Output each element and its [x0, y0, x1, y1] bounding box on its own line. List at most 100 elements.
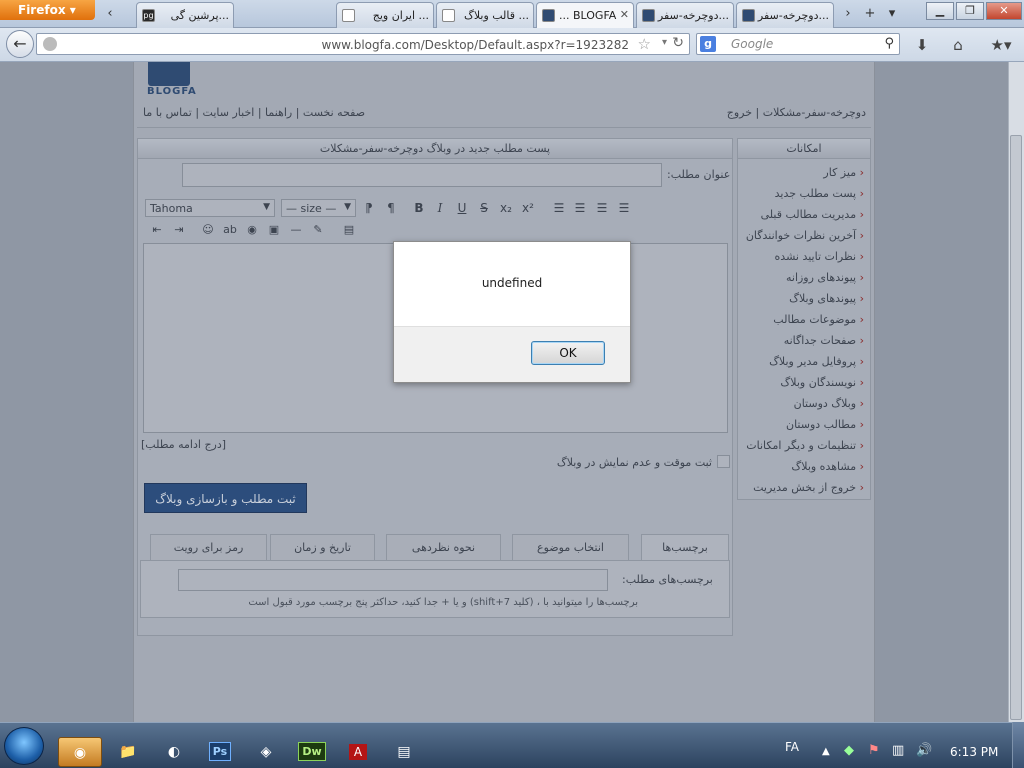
tab-bike-travel-2[interactable]: ...دوچرخه-سفر: [736, 2, 834, 28]
sidebar-item-profile[interactable]: پروفایل مدیر وبلاگ: [738, 351, 870, 372]
sidebar-item-topics[interactable]: موضوعات مطالب: [738, 309, 870, 330]
tab-blogfa[interactable]: ... BLOGFA ✕: [536, 2, 634, 28]
reload-icon[interactable]: ↻: [672, 35, 684, 51]
sidebar-item-settings[interactable]: تنظیمات و دیگر امکانات: [738, 435, 870, 456]
notepad-taskbar-icon[interactable]: ▤: [382, 737, 426, 767]
action-center-icon[interactable]: ⚑: [868, 743, 880, 758]
source-code-icon[interactable]: ▤: [340, 221, 358, 239]
ok-button[interactable]: OK: [531, 341, 605, 365]
back-arrow-icon[interactable]: ←: [6, 30, 34, 58]
strikethrough-icon[interactable]: S: [475, 199, 493, 217]
bold-icon[interactable]: B: [410, 199, 428, 217]
sidebar-item-view-blog[interactable]: مشاهده وبلاگ: [738, 456, 870, 477]
sidebar-item-new-post[interactable]: پست مطلب جدید: [738, 183, 870, 204]
search-icon[interactable]: ⚲: [884, 36, 894, 51]
insert-continue-link[interactable]: [درج ادامه مطلب]: [141, 438, 226, 451]
sidebar-item-daily-links[interactable]: پیوندهای روزانه: [738, 267, 870, 288]
edit-html-icon[interactable]: ✎: [309, 221, 327, 239]
close-tab-icon[interactable]: ✕: [620, 8, 629, 21]
draft-checkbox[interactable]: [717, 455, 730, 468]
tab-iran-vij[interactable]: ... ایران ویج: [336, 2, 434, 28]
site-identity-icon[interactable]: [43, 37, 57, 51]
google-search-engine-icon[interactable]: g: [700, 36, 716, 52]
firefox-taskbar-icon[interactable]: ◉: [58, 737, 102, 767]
bookmark-star-icon[interactable]: ☆: [638, 35, 651, 53]
tab-tags[interactable]: برچسب‌ها: [641, 534, 729, 560]
sidebar-panel: امکانات میز کار پست مطلب جدید مدیریت مطا…: [737, 138, 871, 500]
sidebar-item-manage-posts[interactable]: مدیریت مطالب قبلی: [738, 204, 870, 225]
post-title-input[interactable]: [182, 163, 662, 187]
indent-icon[interactable]: ⇥: [170, 221, 188, 239]
underline-icon[interactable]: U: [453, 199, 471, 217]
sidebar-item-latest-comments[interactable]: آخرین نظرات خوانندگان: [738, 225, 870, 246]
align-center-icon[interactable]: ☰: [571, 199, 589, 217]
align-right-icon[interactable]: ☰: [593, 199, 611, 217]
sidebar-item-friend-blogs[interactable]: وبلاگ دوستان: [738, 393, 870, 414]
explorer-taskbar-icon[interactable]: 📁: [106, 737, 150, 767]
tab-scroll-right-icon[interactable]: ›: [838, 3, 858, 25]
tab-persian-gig[interactable]: pg ...پرشین گی: [136, 2, 234, 28]
tags-label: برچسب‌های مطلب:: [622, 573, 713, 586]
publish-button[interactable]: ثبت مطلب و بازسازی وبلاگ: [144, 483, 307, 513]
app-taskbar-icon[interactable]: ◐: [152, 737, 196, 767]
home-icon[interactable]: ⌂: [946, 34, 970, 56]
tab-view-password[interactable]: رمز برای رویت: [150, 534, 267, 560]
network-tray-icon[interactable]: ◆: [844, 743, 854, 758]
search-box[interactable]: Google ⚲: [696, 33, 900, 55]
sidebar-item-blog-links[interactable]: پیوندهای وبلاگ: [738, 288, 870, 309]
superscript-icon[interactable]: x²: [519, 199, 537, 217]
volume-icon[interactable]: 🔊: [916, 743, 932, 758]
insert-link-icon[interactable]: ◉: [243, 221, 261, 239]
minimize-icon[interactable]: ▁: [926, 2, 954, 20]
photoshop-taskbar-icon[interactable]: Ps: [198, 737, 242, 767]
tab-blog-template[interactable]: ... قالب وبلاگ: [436, 2, 534, 28]
sidebar-item-authors[interactable]: نویسندگان وبلاگ: [738, 372, 870, 393]
history-dropdown-icon[interactable]: ▾: [662, 37, 667, 48]
rtl-direction-icon[interactable]: ¶: [382, 199, 400, 217]
firefox-menu-button[interactable]: Firefox ▾: [0, 0, 95, 20]
tab-comment-settings[interactable]: نحوه نظردهی: [386, 534, 501, 560]
new-tab-icon[interactable]: +: [860, 3, 880, 25]
italic-icon[interactable]: I: [431, 199, 449, 217]
clock[interactable]: 6:13 PM: [950, 745, 998, 759]
scrollbar-thumb[interactable]: [1010, 135, 1022, 720]
sidebar-item-desk[interactable]: میز کار: [738, 162, 870, 183]
start-button[interactable]: [4, 727, 44, 765]
language-indicator[interactable]: FA: [785, 740, 799, 754]
horizontal-rule-icon[interactable]: —: [287, 221, 305, 239]
spellcheck-icon[interactable]: ab: [221, 221, 239, 239]
subscript-icon[interactable]: x₂: [497, 199, 515, 217]
list-all-tabs-icon[interactable]: ▾: [882, 3, 902, 25]
blogfa-logo[interactable]: [148, 62, 190, 86]
close-window-icon[interactable]: ✕: [986, 2, 1022, 20]
sidebar-item-logout[interactable]: خروج از بخش مدیریت: [738, 477, 870, 498]
dreamweaver-taskbar-icon[interactable]: Dw: [290, 737, 334, 767]
sidebar-item-friend-posts[interactable]: مطالب دوستان: [738, 414, 870, 435]
downloads-icon[interactable]: ⬇: [910, 34, 934, 56]
tags-input[interactable]: [178, 569, 608, 591]
font-family-select[interactable]: Tahoma ▼: [145, 199, 275, 217]
align-left-icon[interactable]: ☰: [550, 199, 568, 217]
header-blog-name[interactable]: دوچرخه-سفر-مشکلات | خروج: [727, 106, 866, 126]
emoticon-icon[interactable]: ☺: [199, 221, 217, 239]
acrobat-taskbar-icon[interactable]: A: [336, 737, 380, 767]
bookmarks-menu-icon[interactable]: ★▾: [984, 34, 1018, 56]
url-bar[interactable]: www.blogfa.com/Desktop/Default.aspx?r=19…: [36, 33, 690, 55]
sidebar-item-pages[interactable]: صفحات جداگانه: [738, 330, 870, 351]
align-justify-icon[interactable]: ☰: [615, 199, 633, 217]
insert-image-icon[interactable]: ▣: [265, 221, 283, 239]
ltr-direction-icon[interactable]: ⁋: [360, 199, 378, 217]
tab-bike-travel-1[interactable]: ...دوچرخه-سفر: [636, 2, 734, 28]
tab-select-topic[interactable]: انتخاب موضوع: [512, 534, 629, 560]
maximize-icon[interactable]: ❐: [956, 2, 984, 20]
font-size-select[interactable]: — size — ▼: [281, 199, 356, 217]
tab-scroll-left-icon[interactable]: ‹: [100, 3, 120, 25]
header-nav-links[interactable]: صفحه نخست | راهنما | اخبار سایت | تماس ب…: [143, 106, 365, 126]
show-hidden-icons-icon[interactable]: ▲: [822, 746, 830, 757]
network-app-taskbar-icon[interactable]: ◈: [244, 737, 288, 767]
show-desktop-button[interactable]: [1012, 722, 1024, 768]
tab-date-time[interactable]: تاریخ و زمان: [270, 534, 375, 560]
outdent-icon[interactable]: ⇤: [148, 221, 166, 239]
sidebar-item-unapproved-comments[interactable]: نظرات تایید نشده: [738, 246, 870, 267]
network-status-icon[interactable]: ▥: [892, 743, 904, 758]
